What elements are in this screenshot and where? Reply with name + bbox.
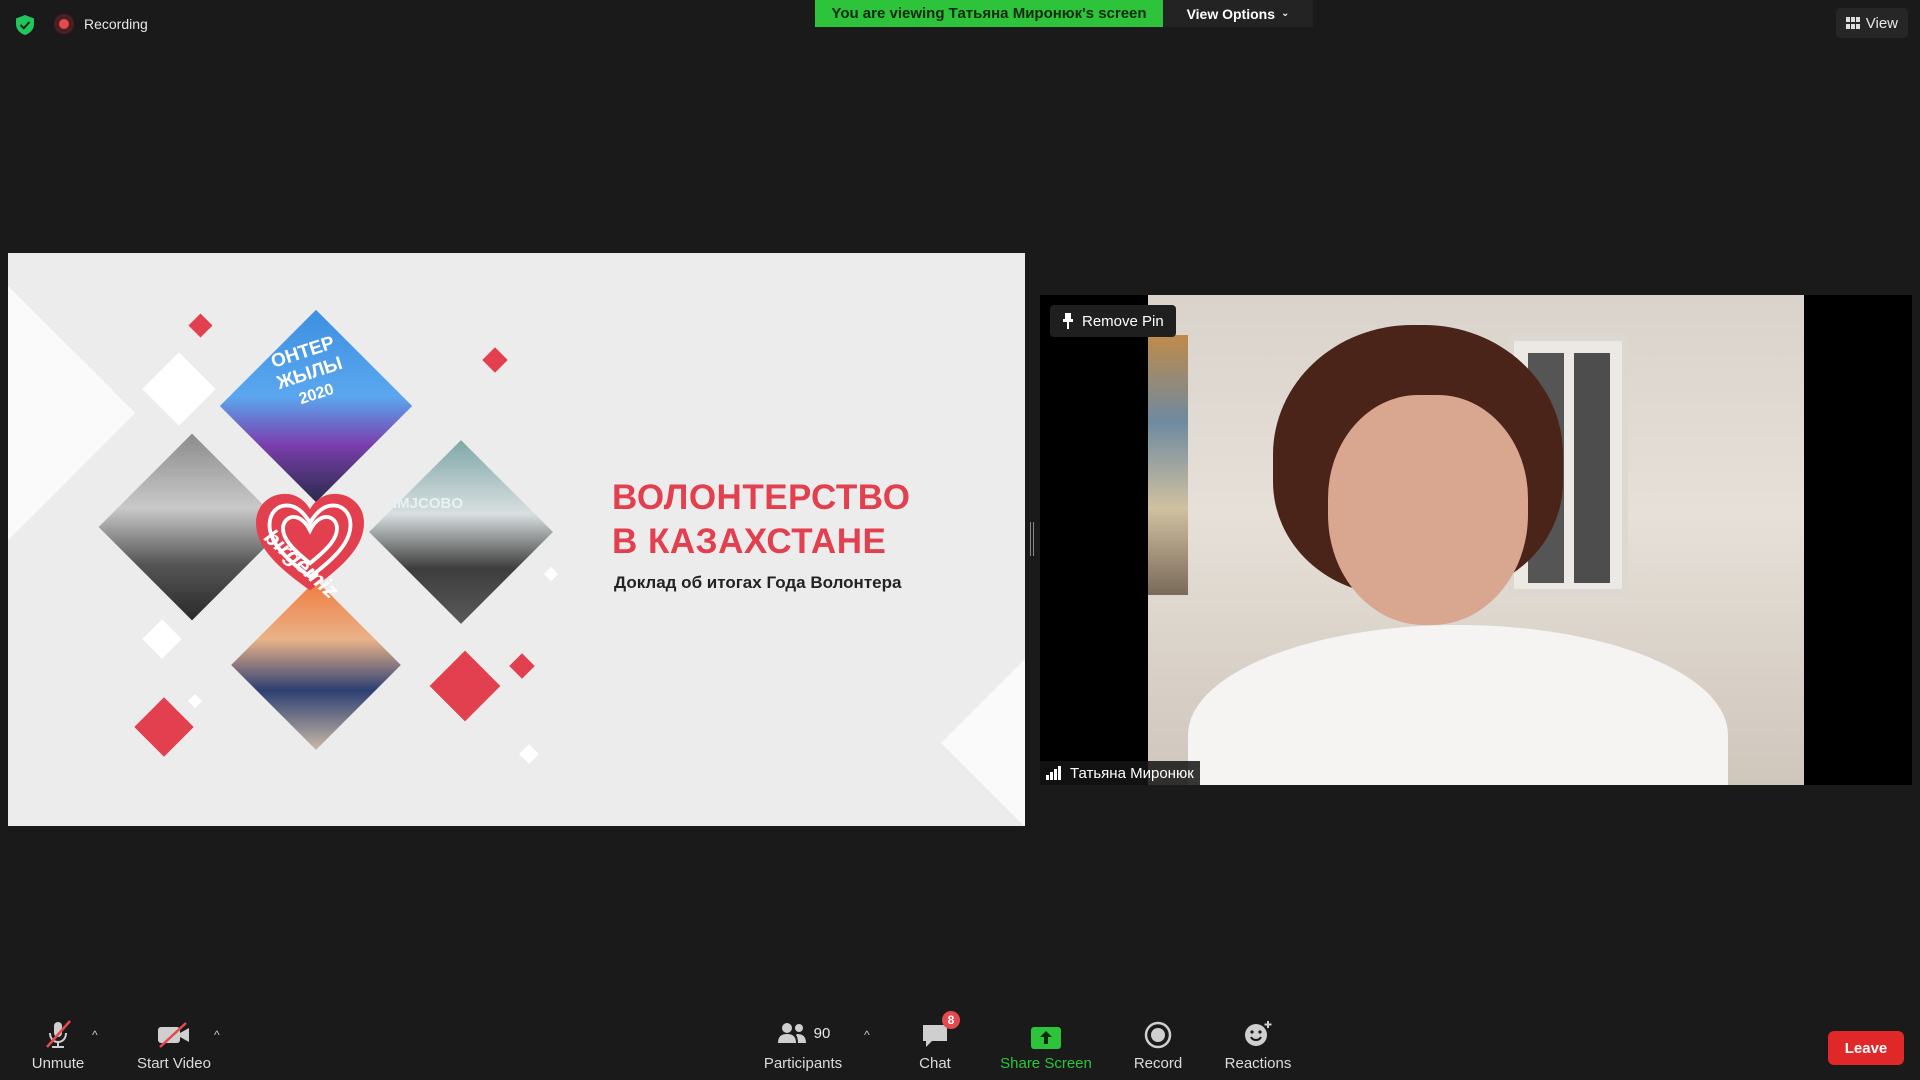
meeting-window: Recording You are viewing Татьяна Мироню… bbox=[0, 0, 1920, 1080]
decor-diamond-white bbox=[142, 352, 216, 426]
decor-diamond-white bbox=[187, 693, 203, 709]
slide-title-line1: ВОЛОНТЕРСТВО bbox=[612, 478, 911, 517]
share-screen-icon bbox=[1031, 1027, 1061, 1049]
participant-name: Татьяна Миронюк bbox=[1070, 764, 1194, 782]
decor-diamond-white bbox=[543, 566, 559, 582]
slide-right-white-shape bbox=[941, 644, 1025, 826]
view-options-button[interactable]: View Options ⌄ bbox=[1163, 0, 1313, 27]
security-shield-icon[interactable] bbox=[14, 14, 36, 36]
participant-video-feed bbox=[1148, 295, 1804, 785]
collage-photo-youth-dog bbox=[369, 440, 553, 624]
slide-title: ВОЛОНТЕРСТВО В КАЗАХСТАНЕ bbox=[612, 476, 910, 564]
recording-label: Recording bbox=[84, 16, 148, 32]
decor-diamond-red bbox=[134, 697, 194, 757]
viewing-screen-banner: You are viewing Татьяна Миронюк's screen bbox=[815, 0, 1163, 27]
record-icon bbox=[1144, 1021, 1172, 1049]
chat-unread-badge: 8 bbox=[942, 1011, 960, 1029]
slide-subtitle: Доклад об итогах Года Волонтера bbox=[614, 573, 902, 592]
decor-diamond-white bbox=[519, 744, 539, 764]
chat-button[interactable]: 8 Chat bbox=[910, 1011, 960, 1072]
shared-screen-slide[interactable]: ОНТЕР ЖЫЛЫ 2020 IMJCOBO birgemiz ВОЛОНТЕ… bbox=[8, 253, 1025, 826]
participants-button[interactable]: 90 Participants bbox=[760, 1017, 846, 1072]
wall-photos bbox=[1148, 335, 1188, 595]
grid-view-icon bbox=[1845, 17, 1860, 29]
record-button[interactable]: Record bbox=[1130, 1017, 1186, 1072]
video-options-caret-icon[interactable]: ^ bbox=[214, 1028, 220, 1042]
chat-label: Chat bbox=[919, 1055, 951, 1072]
participants-count: 90 bbox=[813, 1024, 831, 1042]
participants-label: Participants bbox=[763, 1055, 843, 1072]
leave-button[interactable]: Leave bbox=[1828, 1031, 1904, 1065]
reactions-label: Reactions bbox=[1224, 1055, 1292, 1072]
camera-off-icon bbox=[158, 1022, 189, 1048]
participant-face bbox=[1328, 395, 1528, 625]
signal-strength-icon bbox=[1046, 766, 1061, 780]
start-video-label: Start Video bbox=[137, 1055, 211, 1072]
chevron-down-icon: ⌄ bbox=[1281, 8, 1290, 19]
reactions-smiley-icon bbox=[1245, 1021, 1272, 1046]
decor-diamond-white bbox=[142, 619, 182, 659]
view-button[interactable]: View bbox=[1835, 8, 1908, 38]
participants-options-caret-icon[interactable]: ^ bbox=[864, 1028, 870, 1042]
collage-photo-board-text: IMJCOBO bbox=[393, 495, 464, 512]
reactions-button[interactable]: Reactions bbox=[1222, 1017, 1294, 1072]
recording-indicator[interactable]: Recording bbox=[54, 14, 148, 34]
slide-left-white-shape bbox=[8, 285, 136, 541]
pinned-video-tile[interactable]: Remove Pin Татьяна Миронюк bbox=[1040, 295, 1912, 785]
unmute-label: Unmute bbox=[31, 1055, 85, 1072]
recording-dot-icon bbox=[54, 14, 74, 34]
decor-diamond-red bbox=[429, 650, 501, 722]
collage-photo-workers bbox=[231, 580, 401, 750]
remove-pin-button[interactable]: Remove Pin bbox=[1050, 305, 1176, 337]
unmute-button[interactable]: Unmute bbox=[28, 1017, 88, 1072]
view-options-label: View Options bbox=[1186, 5, 1276, 22]
participants-icon bbox=[777, 1023, 806, 1043]
pin-icon bbox=[1063, 313, 1073, 329]
remove-pin-label: Remove Pin bbox=[1082, 312, 1164, 330]
decor-diamond-red bbox=[482, 347, 508, 373]
participant-name-tag: Татьяна Миронюк bbox=[1040, 761, 1200, 785]
decor-diamond-red bbox=[509, 653, 535, 679]
decor-diamond-red bbox=[188, 313, 213, 338]
record-label: Record bbox=[1133, 1055, 1183, 1072]
view-label: View bbox=[1865, 14, 1898, 32]
participant-blouse bbox=[1188, 625, 1728, 785]
panel-resize-handle[interactable] bbox=[1030, 522, 1034, 556]
share-screen-label: Share Screen bbox=[1000, 1055, 1092, 1072]
start-video-button[interactable]: Start Video bbox=[134, 1017, 214, 1072]
slide-title-line2: В КАЗАХСТАНЕ bbox=[612, 522, 887, 561]
microphone-muted-icon bbox=[46, 1020, 71, 1048]
audio-options-caret-icon[interactable]: ^ bbox=[92, 1028, 98, 1042]
share-screen-button[interactable]: Share Screen bbox=[1000, 1017, 1092, 1072]
